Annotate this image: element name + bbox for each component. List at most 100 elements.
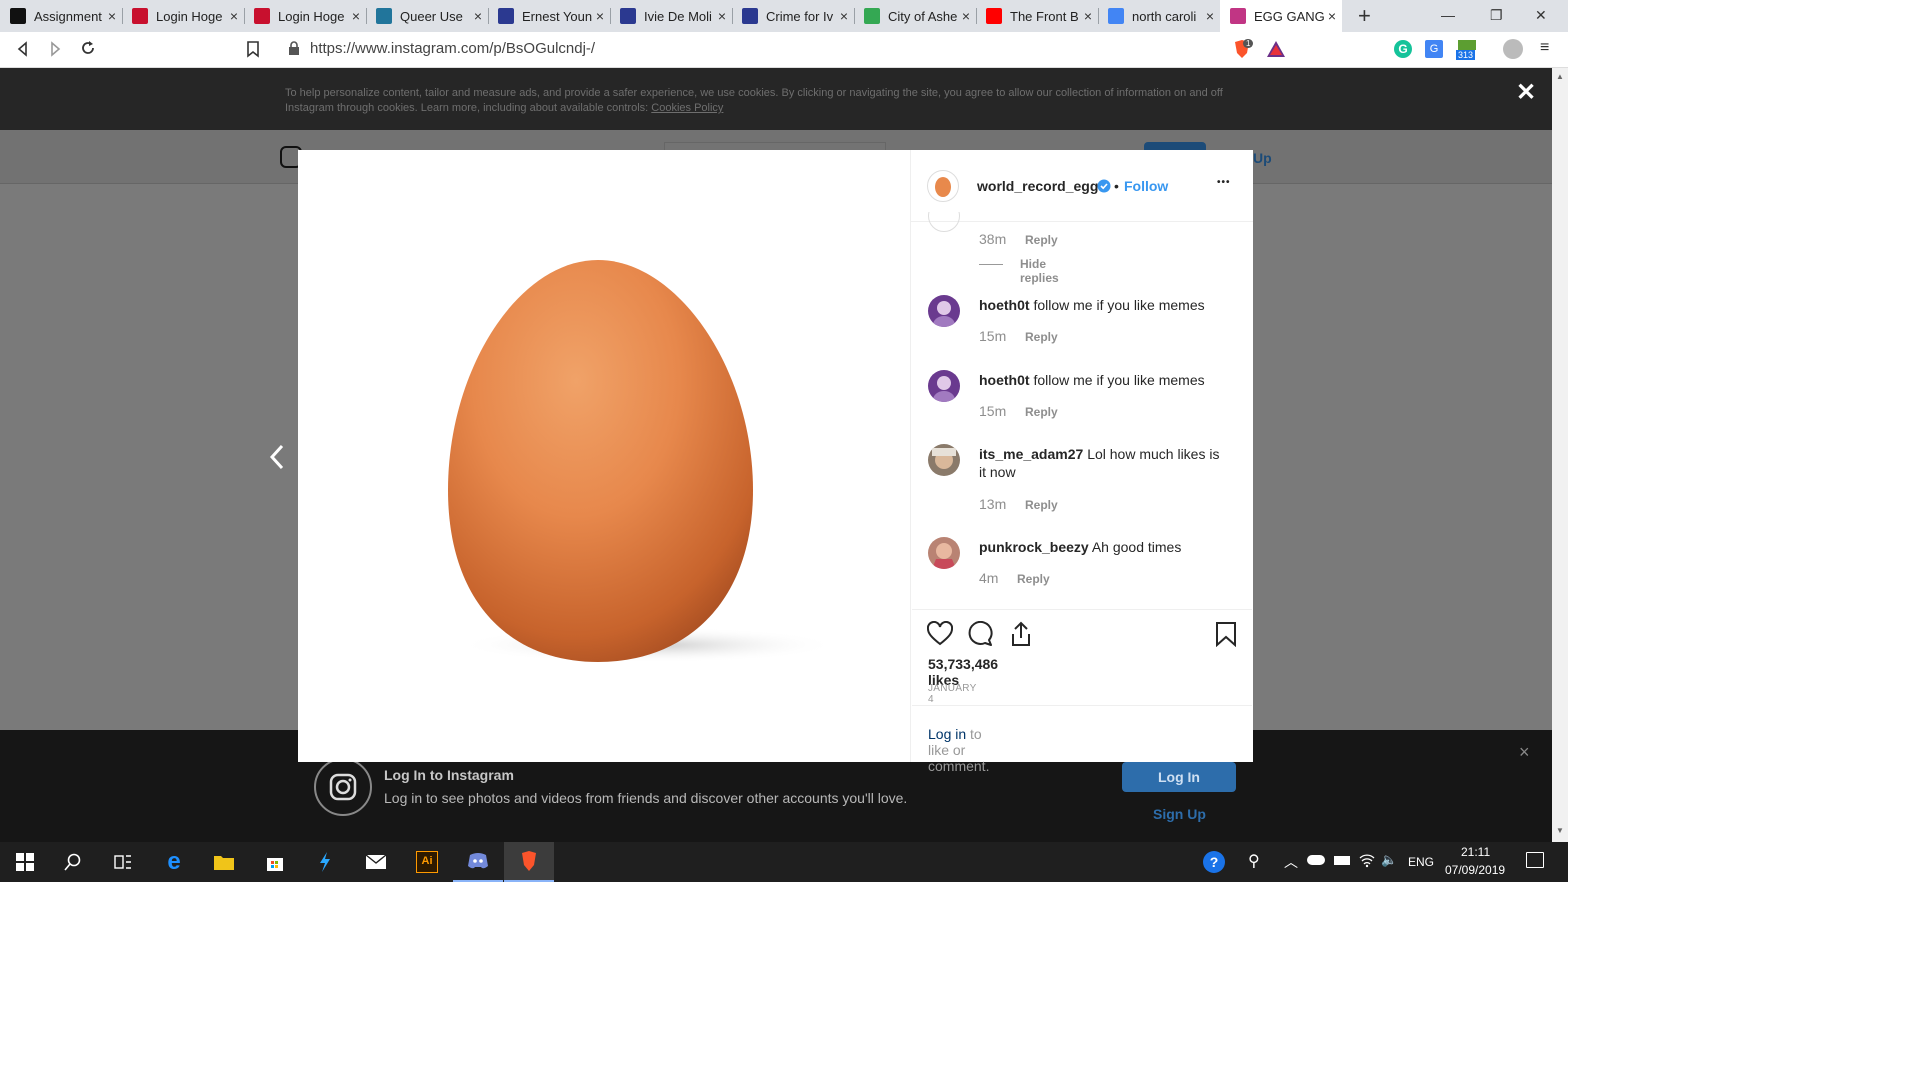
address-bar[interactable]: https://www.instagram.com/p/BsOGulcndj-/ [276, 34, 1294, 64]
browser-tab[interactable]: Login Hoge × [122, 0, 244, 32]
avatar[interactable] [928, 537, 960, 569]
tab-close-icon[interactable]: × [1206, 8, 1214, 24]
extension-counter-icon[interactable]: 313 [1456, 38, 1478, 62]
tab-close-icon[interactable]: × [352, 8, 360, 24]
browser-tab[interactable]: EGG GANG × [1220, 0, 1342, 32]
brave-shield-icon[interactable]: 1 [1232, 39, 1254, 59]
brave-taskbar-icon[interactable] [504, 842, 554, 882]
browser-tab[interactable]: Login Hoge × [244, 0, 366, 32]
help-icon[interactable]: ? [1203, 851, 1225, 873]
forward-icon[interactable] [46, 40, 64, 58]
browser-tab[interactable]: The Front B × [976, 0, 1098, 32]
comment-username[interactable]: its_me_adam27 [979, 446, 1083, 462]
youtube-icon [986, 8, 1002, 24]
tab-close-icon[interactable]: × [1328, 8, 1336, 24]
nav-signup-link[interactable]: Up [1253, 150, 1272, 166]
restore-icon[interactable]: ❐ [1490, 7, 1503, 24]
browser-tab[interactable]: City of Ashe × [854, 0, 976, 32]
tab-close-icon[interactable]: × [596, 8, 604, 24]
browser-tab[interactable]: Ernest Youn × [488, 0, 610, 32]
illustrator-icon[interactable]: Ai [402, 842, 452, 882]
minimize-icon[interactable]: — [1441, 7, 1455, 23]
avatar[interactable] [928, 295, 960, 327]
comment-username[interactable]: punkrock_beezy [979, 539, 1089, 555]
comment-text: hoeth0t follow me if you like memes [979, 297, 1205, 313]
comment-username[interactable]: hoeth0t [979, 372, 1030, 388]
profile-icon[interactable] [1503, 39, 1523, 59]
reply-button[interactable]: Reply [1025, 405, 1058, 419]
reload-icon[interactable] [79, 39, 97, 57]
reply-button[interactable]: Reply [1017, 572, 1050, 586]
black-square-icon [10, 8, 26, 24]
bookmark-icon[interactable] [245, 40, 261, 58]
file-explorer-icon[interactable] [199, 842, 249, 882]
url-text[interactable]: https://www.instagram.com/p/BsOGulcndj-/ [310, 40, 595, 57]
mail-icon[interactable] [351, 842, 401, 882]
comment-text: hoeth0t follow me if you like memes [979, 372, 1205, 388]
browser-tab[interactable]: Ivie De Moli × [610, 0, 732, 32]
window-close-icon[interactable]: ✕ [1535, 7, 1547, 24]
triangle-logo-icon [742, 8, 758, 24]
tab-close-icon[interactable]: × [962, 8, 970, 24]
notifications-icon[interactable] [1526, 852, 1544, 868]
language-indicator[interactable]: ENG [1408, 855, 1434, 869]
clock-time[interactable]: 21:11 [1461, 845, 1490, 859]
menu-icon[interactable]: ≡ [1540, 40, 1549, 56]
save-bookmark-icon[interactable] [1214, 621, 1238, 648]
discord-icon[interactable] [453, 842, 503, 882]
browser-tab[interactable]: Crime for Iv × [732, 0, 854, 32]
post-date[interactable]: JANUARY 4 [928, 683, 976, 705]
login-banner-signup-link[interactable]: Sign Up [1153, 806, 1206, 822]
task-view-icon[interactable] [98, 842, 148, 882]
search-icon[interactable] [48, 842, 98, 882]
volume-icon[interactable]: 🔈 [1381, 852, 1397, 868]
hide-replies-button[interactable]: Hide replies [1020, 257, 1059, 285]
comment-bubble-icon[interactable] [967, 620, 993, 647]
battery-icon[interactable] [1334, 856, 1350, 865]
browser-tab[interactable]: Assignment × [0, 0, 122, 32]
new-tab-button[interactable]: + [1358, 3, 1371, 29]
clock-date[interactable]: 07/09/2019 [1445, 863, 1505, 877]
page-scrollbar[interactable]: ▲ ▼ [1552, 68, 1568, 842]
tab-close-icon[interactable]: × [230, 8, 238, 24]
avatar[interactable] [928, 370, 960, 402]
tab-close-icon[interactable]: × [840, 8, 848, 24]
triangle-logo-icon [620, 8, 636, 24]
browser-tab[interactable]: north caroli × [1098, 0, 1220, 32]
hoge-icon [132, 8, 148, 24]
login-link[interactable]: Log in [928, 726, 966, 742]
share-icon[interactable] [1008, 620, 1034, 648]
back-icon[interactable] [14, 40, 32, 58]
brave-rewards-icon[interactable] [1266, 40, 1286, 58]
comment-username[interactable]: hoeth0t [979, 297, 1030, 313]
lightning-app-icon[interactable] [300, 842, 350, 882]
login-banner-login-button[interactable]: Log In [1122, 762, 1236, 792]
google-icon [1108, 8, 1124, 24]
windows-start-icon[interactable] [0, 842, 50, 882]
wifi-icon[interactable] [1359, 852, 1375, 868]
tab-label: Crime for Iv [766, 8, 834, 24]
tab-close-icon[interactable]: × [1084, 8, 1092, 24]
instagram-icon [1230, 8, 1246, 24]
tab-close-icon[interactable]: × [108, 8, 116, 24]
like-heart-icon[interactable] [926, 620, 954, 647]
login-banner-close-button[interactable]: × [1519, 742, 1530, 763]
cookie-close-button[interactable]: ✕ [1516, 78, 1536, 107]
avatar[interactable] [928, 444, 960, 476]
reply-button[interactable]: Reply [1025, 233, 1058, 247]
edge-icon[interactable]: e [149, 842, 199, 882]
previous-post-arrow-icon[interactable] [268, 444, 288, 470]
people-icon[interactable]: ⚲ [1248, 851, 1260, 871]
reply-button[interactable]: Reply [1025, 498, 1058, 512]
store-icon[interactable] [250, 842, 300, 882]
tab-close-icon[interactable]: × [718, 8, 726, 24]
cookie-policy-link[interactable]: Cookies Policy [651, 102, 723, 114]
comment-time: 15m [979, 328, 1007, 344]
translate-icon[interactable]: G [1425, 40, 1443, 58]
reply-button[interactable]: Reply [1025, 330, 1058, 344]
onedrive-icon[interactable] [1307, 855, 1325, 865]
grammarly-icon[interactable]: G [1394, 40, 1412, 58]
browser-tab[interactable]: Queer Use × [366, 0, 488, 32]
chevron-up-icon[interactable]: ︿ [1284, 852, 1298, 872]
tab-close-icon[interactable]: × [474, 8, 482, 24]
